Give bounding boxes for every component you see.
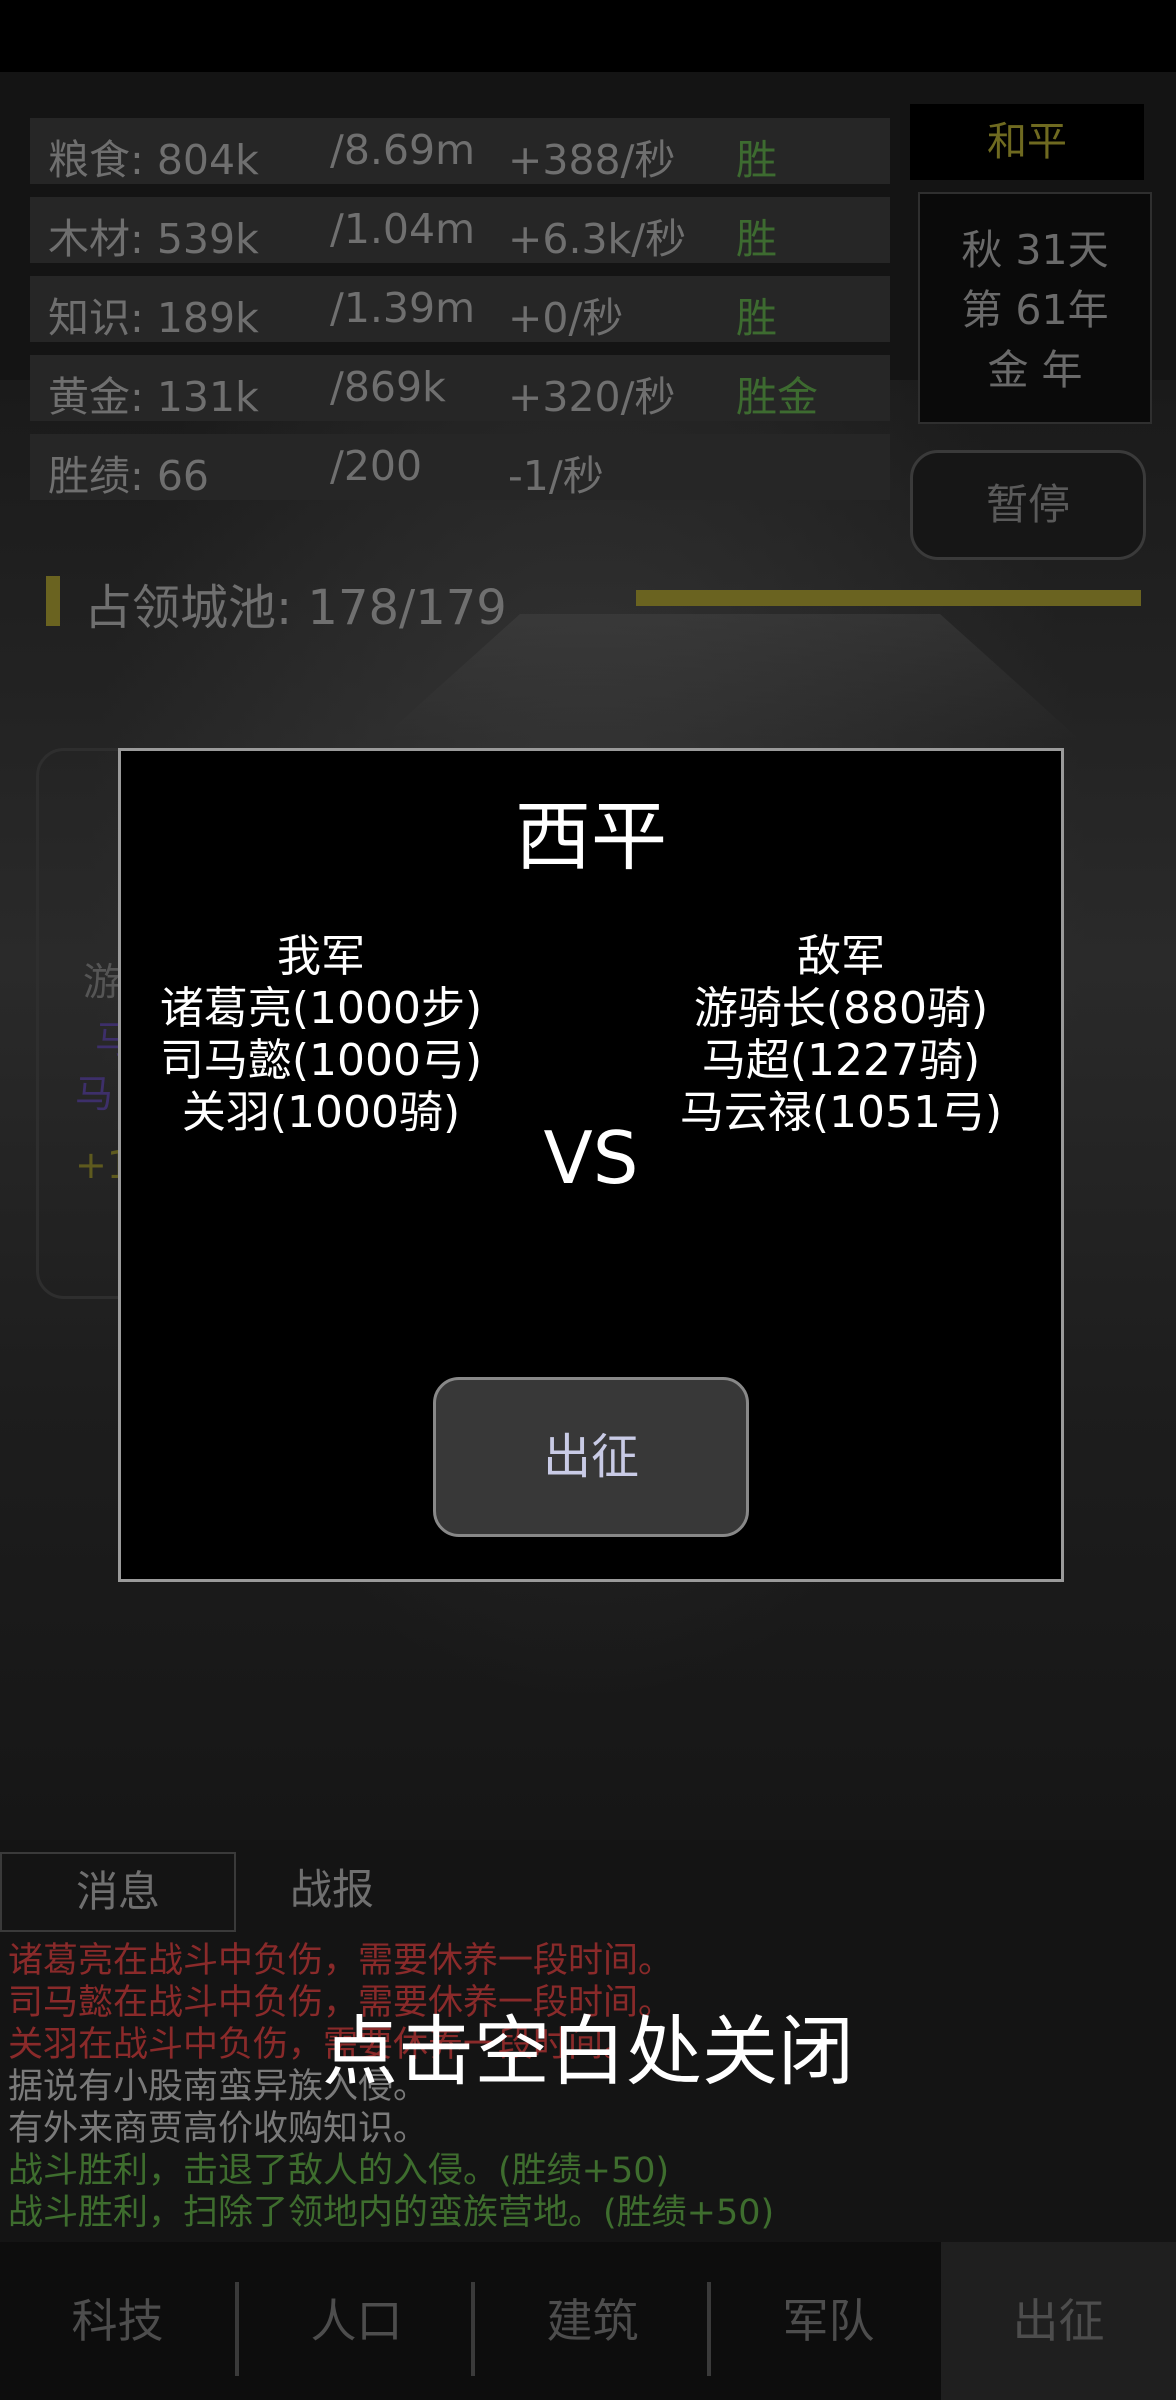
versus-label: VS xyxy=(543,1116,639,1200)
enemy-unit: 游骑长(880骑) xyxy=(693,983,989,1034)
calendar-year: 第 61年 xyxy=(961,286,1109,334)
ally-army: 我军 诸葛亮(1000步) 司马懿(1000弓) 关羽(1000骑) xyxy=(121,931,521,1139)
pause-button-label: 暂停 xyxy=(985,480,1070,529)
bottom-nav: 科技 人口 建筑 军队 出征 xyxy=(0,2242,1176,2400)
enemy-army: 敌军 游骑长(880骑) 马超(1227骑) 马云禄(1051弓) xyxy=(621,931,1061,1139)
peace-status-label: 和平 xyxy=(987,119,1067,165)
calendar-element-year: 金 年 xyxy=(987,346,1083,394)
tap-to-close-hint[interactable]: 点击空白处关闭 xyxy=(0,1990,1176,2100)
tab-messages-label: 消息 xyxy=(75,1867,160,1916)
resource-rate: -1/秒 xyxy=(508,452,604,500)
resource-row-food: 粮食: 804k /8.69m +388/秒 胜 xyxy=(30,118,890,184)
resource-row-victories: 胜绩: 66 /200 -1/秒 xyxy=(30,434,890,500)
cities-occupied-label: 占领城池: 178/179 xyxy=(84,580,507,636)
log-entry: 战斗胜利，扫除了领地内的蛮族营地。(胜绩+50) xyxy=(8,2193,775,2233)
ally-unit: 诸葛亮(1000步) xyxy=(159,983,483,1034)
nav-population-label: 人口 xyxy=(310,2294,403,2348)
resource-row-knowledge: 知识: 189k /1.39m +0/秒 胜 xyxy=(30,276,890,342)
city-marker-icon xyxy=(46,576,60,626)
resource-row-wood: 木材: 539k /1.04m +6.3k/秒 胜 xyxy=(30,197,890,263)
tab-messages[interactable]: 消息 xyxy=(0,1852,236,1932)
resource-cap: /869k xyxy=(330,363,446,411)
nav-campaign-label: 出征 xyxy=(1012,2294,1105,2348)
enemy-unit: 马超(1227骑) xyxy=(701,1035,981,1086)
resource-flag: 胜 xyxy=(736,215,777,263)
march-button-label: 出征 xyxy=(542,1429,639,1485)
dialog-title: 西平 xyxy=(515,792,667,881)
log-entry: 战斗胜利，击退了敌人的入侵。(胜绩+50) xyxy=(8,2151,670,2191)
tab-reports[interactable]: 战报 xyxy=(290,1852,374,1928)
resource-row-gold: 黄金: 131k /869k +320/秒 胜金 xyxy=(30,355,890,421)
resource-amount: 黄金: 131k xyxy=(48,373,259,421)
pause-button[interactable]: 暂停 xyxy=(910,450,1146,560)
card-text: 马 xyxy=(75,1072,114,1116)
status-bar xyxy=(0,0,1176,72)
nav-campaign[interactable]: 出征 xyxy=(941,2242,1176,2400)
resource-amount: 木材: 539k xyxy=(48,215,259,263)
calendar-panel: 秋 31天 第 61年 金 年 xyxy=(918,192,1152,424)
battle-dialog: 西平 我军 诸葛亮(1000步) 司马懿(1000弓) 关羽(1000骑) 敌军… xyxy=(118,748,1064,1582)
ally-unit: 司马懿(1000弓) xyxy=(159,1035,483,1086)
nav-tech-label: 科技 xyxy=(71,2294,164,2348)
nav-buildings[interactable]: 建筑 xyxy=(475,2242,710,2400)
resource-cap: /200 xyxy=(330,442,423,490)
resource-cap: /1.39m xyxy=(330,284,476,332)
resource-amount: 胜绩: 66 xyxy=(48,452,210,500)
enemy-header: 敌军 xyxy=(797,931,885,982)
nav-buildings-label: 建筑 xyxy=(546,2294,639,2348)
resource-flag: 胜 xyxy=(736,294,777,342)
nav-population[interactable]: 人口 xyxy=(239,2242,474,2400)
game-screen: 粮食: 804k /8.69m +388/秒 胜 木材: 539k /1.04m… xyxy=(0,0,1176,2400)
calendar-season: 秋 31天 xyxy=(961,226,1109,274)
log-entry: 诸葛亮在战斗中负伤，需要休养一段时间。 xyxy=(8,1941,674,1981)
resource-rate: +6.3k/秒 xyxy=(508,215,687,263)
nav-tech[interactable]: 科技 xyxy=(0,2242,235,2400)
message-tabs: 消息 战报 xyxy=(0,1852,1176,1932)
cities-progress-bar xyxy=(636,590,1141,606)
card-text: 游 xyxy=(83,960,122,1004)
resource-amount: 粮食: 804k xyxy=(48,136,259,184)
nav-army[interactable]: 军队 xyxy=(711,2242,946,2400)
resource-flag: 胜金 xyxy=(736,373,818,421)
resource-amount: 知识: 189k xyxy=(48,294,259,342)
march-button[interactable]: 出征 xyxy=(433,1377,749,1537)
resource-cap: /8.69m xyxy=(330,126,476,174)
resource-rate: +0/秒 xyxy=(508,294,624,342)
resource-flag: 胜 xyxy=(736,136,777,184)
resource-cap: /1.04m xyxy=(330,205,476,253)
peace-status-badge: 和平 xyxy=(910,104,1144,180)
resource-rate: +388/秒 xyxy=(508,136,676,184)
log-entry: 有外来商贾高价收购知识。 xyxy=(8,2109,429,2149)
nav-army-label: 军队 xyxy=(782,2294,875,2348)
resource-rate: +320/秒 xyxy=(508,373,676,421)
ally-header: 我军 xyxy=(277,931,365,982)
